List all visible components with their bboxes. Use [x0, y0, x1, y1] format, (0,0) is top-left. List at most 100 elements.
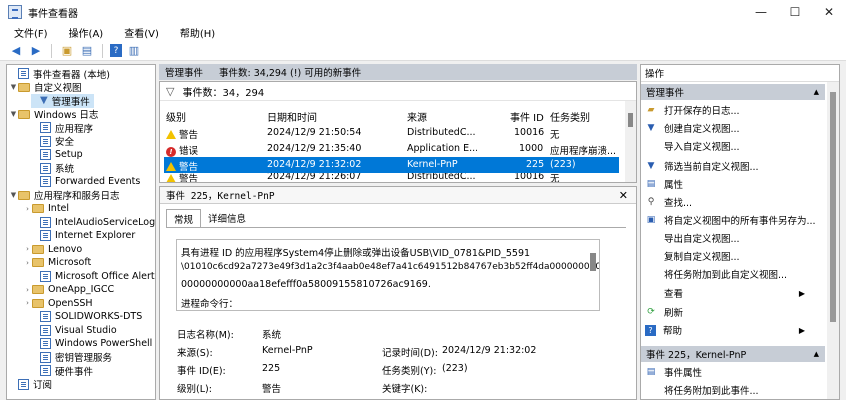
event-list-scrollbar[interactable]: [625, 101, 636, 182]
source-label: 来源(S):: [177, 348, 213, 359]
event-id-value: 225: [262, 363, 281, 374]
log-icon: [40, 176, 51, 188]
column-source[interactable]: 来源: [407, 109, 427, 124]
tree-item-openssh[interactable]: › OpenSSH: [23, 297, 92, 311]
table-row-selected[interactable]: 警告 2024/12/9 21:32:02 Kernel-PnP 225 (22…: [164, 157, 619, 173]
action-attach-task-view[interactable]: 将任务附加到此自定义视图...: [645, 267, 787, 281]
tree-item-powershell[interactable]: Windows PowerShell: [31, 337, 152, 351]
table-row[interactable]: 警告 2024/12/9 21:26:07 DistributedC... 10…: [164, 173, 619, 182]
tree-item-admin-events[interactable]: ▼ 管理事件: [31, 94, 94, 108]
action-export-custom-view[interactable]: 导出自定义视图...: [645, 231, 740, 245]
action-refresh[interactable]: ⟳ 刷新: [645, 305, 683, 319]
level-label: 级别(L):: [177, 384, 212, 395]
tree-item-intel[interactable]: › Intel: [23, 202, 69, 216]
action-create-custom-view[interactable]: ▼ 创建自定义视图...: [645, 121, 740, 135]
help-icon[interactable]: ?: [110, 44, 122, 57]
tree-item-internet-explorer[interactable]: Internet Explorer: [31, 229, 135, 243]
back-arrow-icon[interactable]: ◀: [8, 43, 24, 59]
tree-item-system[interactable]: 系统: [31, 162, 74, 175]
actions-pane: 操作 管理事件 ▲ ▰ 打开保存的日志... ▼ 创建自定义视图... 导入自定义视图…: [640, 64, 840, 400]
filter-icon: ▽: [166, 84, 175, 98]
chevron-down-icon[interactable]: ▼: [9, 110, 18, 118]
view-title: 管理事件: [165, 68, 204, 79]
tab-details[interactable]: 详细信息: [201, 209, 253, 227]
event-message[interactable]: 具有进程 ID 的应用程序System4停止删除或弹出设备USB\VID_078…: [176, 239, 600, 311]
tree-item-custom-views[interactable]: ▼ 自定义视图: [9, 81, 82, 94]
tree-item-security[interactable]: 安全: [31, 135, 74, 148]
log-icon: [40, 230, 51, 242]
tree-item-windows-logs[interactable]: ▼ Windows 日志: [9, 108, 98, 121]
window-title: 事件查看器: [28, 8, 78, 20]
chevron-down-icon[interactable]: ▼: [9, 191, 18, 199]
chevron-down-icon[interactable]: ▼: [9, 83, 18, 91]
folder-icon: [32, 258, 44, 268]
action-event-properties[interactable]: ▤ 事件属性: [645, 365, 702, 379]
chevron-right-icon[interactable]: ›: [23, 259, 32, 267]
tree-item-application[interactable]: 应用程序: [31, 121, 93, 135]
tree-item-forwarded-events[interactable]: Forwarded Events: [31, 175, 140, 189]
column-level[interactable]: 级别: [166, 109, 186, 124]
tree-item-hardware-events[interactable]: 硬件事件: [31, 364, 93, 378]
action-filter-current-view[interactable]: ▼ 筛选当前自定义视图...: [645, 159, 759, 173]
column-datetime[interactable]: 日期和时间: [267, 109, 317, 124]
tree-item-key-management[interactable]: 密钥管理服务: [31, 351, 112, 364]
tree-item-app-services[interactable]: ▼ 应用程序和服务日志: [9, 189, 120, 202]
folder-icon: [32, 244, 44, 254]
actions-section-event[interactable]: 事件 225，Kernel-PnP ▲: [641, 346, 825, 362]
column-event-id[interactable]: 事件 ID: [510, 109, 544, 124]
forward-arrow-icon[interactable]: ▶: [28, 43, 44, 59]
tree-item-setup[interactable]: Setup: [31, 148, 83, 162]
menu-action[interactable]: 操作(A): [55, 25, 111, 40]
message-scrollbar[interactable]: [588, 241, 598, 309]
action-copy-custom-view[interactable]: 复制自定义视图...: [645, 249, 740, 263]
event-properties-icon: ▤: [646, 367, 656, 377]
tree-item-subscriptions[interactable]: 订阅: [9, 378, 52, 391]
maximize-button[interactable]: ☐: [778, 0, 812, 24]
event-viewer-window: 事件查看器 — ☐ ✕ 文件(F) 操作(A) 查看(V) 帮助(H) ◀ ▶ …: [0, 0, 846, 400]
show-hide-action-pane-icon[interactable]: ▥: [126, 43, 142, 59]
tree-item-intel-audio[interactable]: IntelAudioServiceLog: [31, 216, 155, 230]
actions-section-admin-events[interactable]: 管理事件 ▲: [641, 84, 825, 100]
action-find[interactable]: ⚲ 查找...: [645, 195, 692, 209]
minimize-button[interactable]: —: [744, 0, 778, 24]
chevron-right-icon[interactable]: ›: [23, 299, 32, 307]
tree-item-office-alerts[interactable]: Microsoft Office Alerts: [31, 270, 155, 284]
close-icon[interactable]: ✕: [619, 189, 628, 202]
event-count-banner: 事件数: 34,294 (!) 可用的新事件: [219, 68, 362, 79]
actions-scrollbar[interactable]: [827, 82, 839, 399]
tree-item-solidworks[interactable]: SOLIDWORKS-DTS: [31, 310, 142, 324]
action-properties[interactable]: ▤ 属性: [645, 177, 683, 191]
action-help[interactable]: ? 帮助 ▶: [645, 323, 825, 337]
log-icon: [40, 149, 51, 161]
action-view[interactable]: 查看 ▶: [645, 286, 825, 301]
table-row[interactable]: 警告 2024/12/9 21:50:54 DistributedC... 10…: [164, 125, 619, 141]
tree-item-lenovo[interactable]: › Lenovo: [23, 243, 82, 257]
log-icon: [40, 135, 51, 147]
show-hide-tree-icon[interactable]: ▤: [79, 43, 95, 59]
collapse-icon[interactable]: ▲: [814, 88, 819, 96]
action-attach-task-event[interactable]: 将任务附加到此事件...: [645, 383, 759, 397]
column-task[interactable]: 任务类别: [550, 109, 590, 124]
up-folder-icon[interactable]: ▣: [59, 43, 75, 59]
folder-icon: [32, 204, 44, 214]
tree-item-oneapp[interactable]: › OneApp_IGCC: [23, 283, 114, 297]
collapse-icon[interactable]: ▲: [814, 350, 819, 358]
tree-item-visual-studio[interactable]: Visual Studio: [31, 324, 117, 338]
menu-file[interactable]: 文件(F): [0, 25, 55, 40]
tree-item-root[interactable]: 事件查看器 (本地): [9, 67, 110, 81]
menu-view[interactable]: 查看(V): [110, 25, 166, 40]
action-import-custom-view[interactable]: 导入自定义视图...: [645, 139, 740, 153]
tab-general[interactable]: 常规: [166, 209, 202, 227]
table-row[interactable]: ! 错误 2024/12/9 21:35:40 Application E... …: [164, 141, 619, 157]
menu-help[interactable]: 帮助(H): [166, 25, 222, 40]
import-icon: [645, 140, 657, 152]
chevron-right-icon[interactable]: ›: [23, 205, 32, 213]
chevron-right-icon[interactable]: ›: [23, 286, 32, 294]
tree-item-microsoft[interactable]: › Microsoft: [23, 256, 91, 270]
chevron-right-icon[interactable]: ›: [23, 245, 32, 253]
action-open-saved-log[interactable]: ▰ 打开保存的日志...: [645, 103, 740, 117]
close-button[interactable]: ✕: [812, 0, 846, 24]
toolbar: ◀ ▶ ▣ ▤ ? ▥: [0, 41, 846, 61]
filter-icon: ▼: [647, 161, 655, 171]
action-save-all-events[interactable]: ▣ 将自定义视图中的所有事件另存为...: [645, 213, 816, 227]
